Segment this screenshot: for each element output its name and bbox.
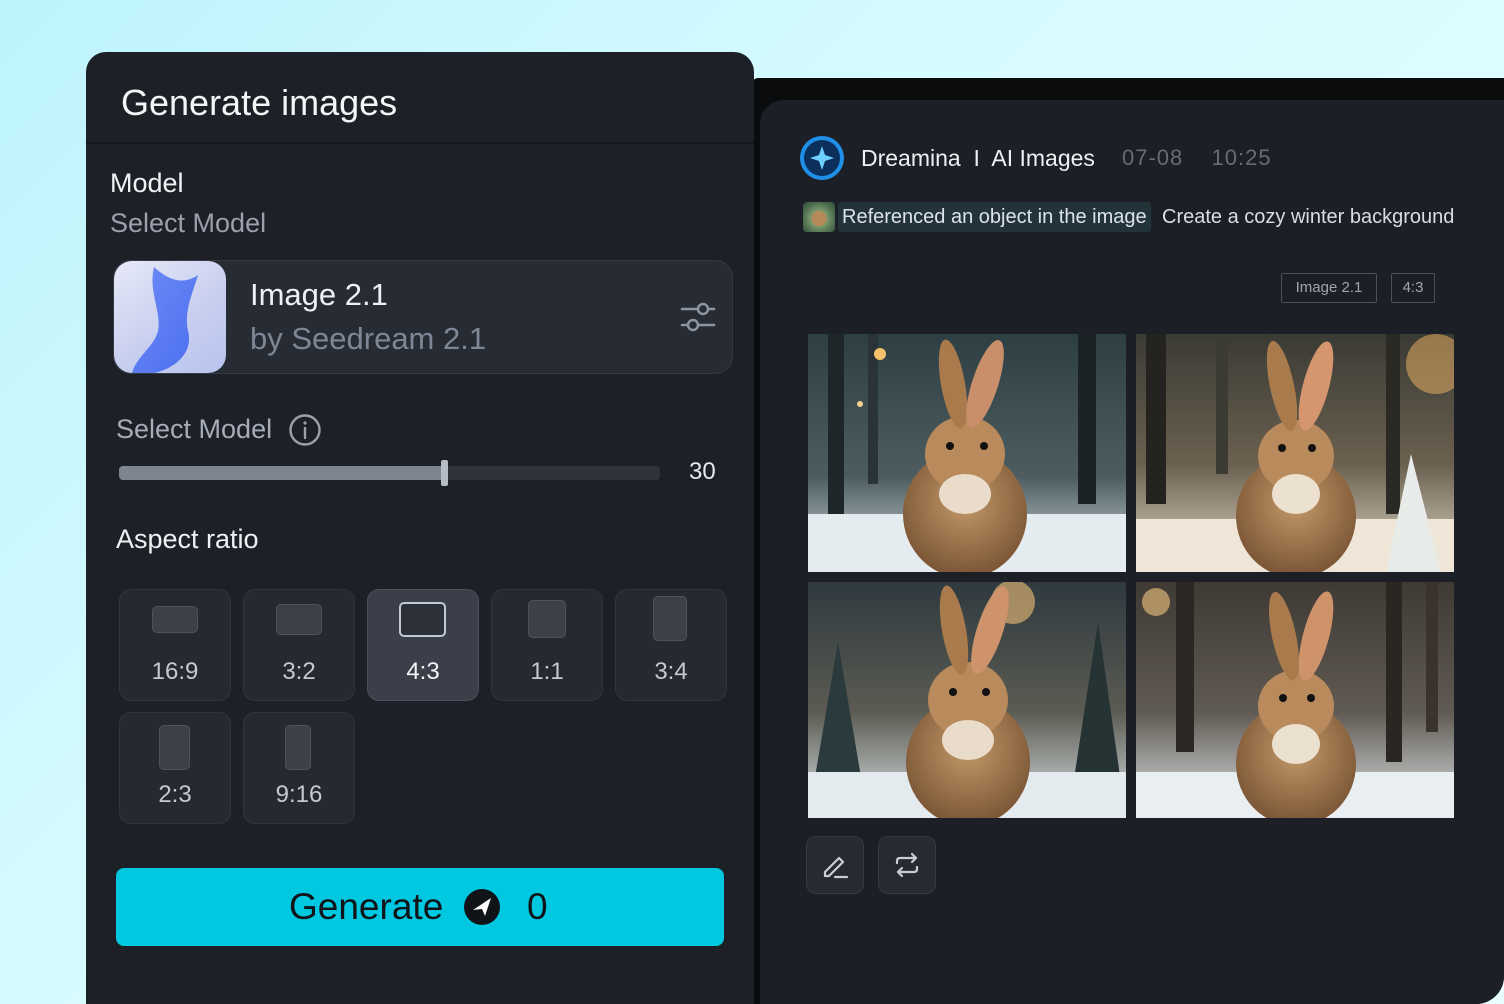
steps-label: Select Model (116, 414, 272, 445)
panel-title: Generate images (121, 82, 397, 124)
generate-button[interactable]: Generate 0 (116, 868, 724, 946)
aspect-label: 2:3 (120, 781, 230, 809)
timestamp: 07-08 10:25 (1122, 145, 1272, 171)
generated-image-4[interactable] (1136, 582, 1454, 818)
reference-thumbnail[interactable] (803, 202, 835, 232)
edit-icon (821, 851, 849, 879)
date: 07-08 (1122, 145, 1183, 170)
generated-image-3[interactable] (808, 582, 1126, 818)
regenerate-button[interactable] (878, 836, 936, 894)
model-author: by Seedream 2.1 (250, 321, 486, 357)
aspect-option-1-1[interactable]: 1:1 (491, 589, 603, 701)
aspect-option-16-9[interactable]: 16:9 (119, 589, 231, 701)
aspect-label: 9:16 (244, 781, 354, 809)
aspect-label: 1:1 (492, 658, 602, 686)
aspect-label: 4:3 (368, 658, 478, 686)
credit-icon (463, 888, 501, 926)
info-icon[interactable] (288, 413, 322, 447)
time: 10:25 (1212, 145, 1272, 170)
ratio-3-4-icon (653, 596, 687, 641)
dreamina-logo-icon (799, 135, 845, 181)
aspect-option-3-2[interactable]: 3:2 (243, 589, 355, 701)
aspect-option-3-4[interactable]: 3:4 (615, 589, 727, 701)
ratio-chip: 4:3 (1391, 273, 1435, 303)
generated-image-1[interactable] (808, 334, 1126, 572)
aspect-option-4-3[interactable]: 4:3 (367, 589, 479, 701)
ratio-2-3-icon (159, 725, 190, 770)
sliders-icon[interactable] (678, 297, 718, 337)
divider (86, 142, 754, 144)
model-subheading: Select Model (110, 208, 266, 239)
model-name: Image 2.1 (250, 277, 388, 313)
aspect-label: 3:2 (244, 658, 354, 686)
slider-handle[interactable] (441, 460, 448, 486)
aspect-option-2-3[interactable]: 2:3 (119, 712, 231, 824)
model-selector-card[interactable]: Image 2.1 by Seedream 2.1 (113, 260, 733, 374)
prompt-text: Create a cozy winter background (1162, 206, 1454, 229)
model-chip: Image 2.1 (1281, 273, 1377, 303)
ratio-9-16-icon (285, 725, 311, 770)
generate-panel: Generate images Model Select Model Image… (86, 52, 754, 1004)
generate-label: Generate (289, 886, 443, 928)
aspect-option-9-16[interactable]: 9:16 (243, 712, 355, 824)
ratio-4-3-icon (399, 602, 446, 637)
credit-count: 0 (527, 886, 548, 928)
app-frame: Generate images Model Select Model Image… (0, 0, 1504, 1004)
generated-image-2[interactable] (1136, 334, 1454, 572)
app-name: Dreamina I AI Images (861, 145, 1095, 172)
edit-button[interactable] (806, 836, 864, 894)
aspect-label: 3:4 (616, 658, 726, 686)
aspect-ratio-heading: Aspect ratio (116, 524, 259, 555)
steps-slider[interactable] (119, 466, 660, 480)
ratio-3-2-icon (276, 604, 322, 635)
model-heading: Model (110, 168, 184, 199)
aspect-label: 16:9 (120, 658, 230, 686)
slider-fill (119, 466, 444, 480)
reference-tag[interactable]: Referenced an object in the image (838, 202, 1151, 232)
steps-value: 30 (689, 458, 716, 486)
regenerate-icon (893, 851, 921, 879)
ratio-1-1-icon (528, 600, 566, 638)
ratio-16-9-icon (152, 606, 198, 633)
model-thumbnail (114, 261, 226, 373)
